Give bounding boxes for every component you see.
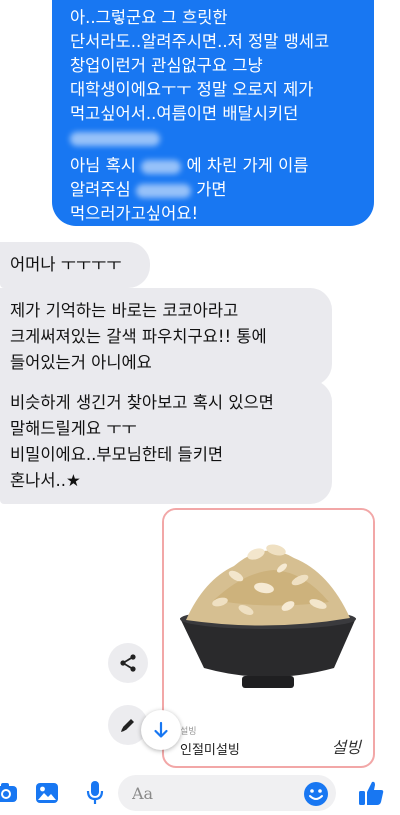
brand-logo: 설빙 [331, 738, 361, 757]
message-line: 어머나 ㅜㅜㅜㅜ [10, 255, 122, 274]
pencil-icon [121, 719, 134, 732]
message-line: 단서라도..알려주시면..저 정말 맹세코 [70, 32, 330, 51]
message-line: 크게써져있는 갈색 파우치구요!! 통에 [10, 327, 267, 346]
incoming-message-bubble[interactable]: 제가 기억하는 바로는 코코아라고 크게써져있는 갈색 파우치구요!! 통에 들… [0, 288, 332, 386]
message-line-with-redaction: 먹고싶어서..여름이면 배달시키던 [70, 102, 360, 126]
message-line: 제가 기억하는 바로는 코코아라고 [10, 301, 239, 320]
message-line: 들어있는거 아니에요 [10, 353, 152, 372]
redacted-text [135, 183, 191, 198]
message-line-with-redaction: 아님 혹시 에 차린 가게 이름 [70, 154, 360, 178]
message-line-text: 먹고싶어서..여름이면 배달시키던 [70, 104, 299, 123]
image-icon [36, 783, 58, 803]
arrow-down-icon [154, 721, 168, 738]
redacted-text [70, 131, 160, 146]
emoji-icon[interactable] [302, 780, 330, 808]
message-line: 먹으러가고싶어요! [70, 204, 199, 223]
message-line: 창업이런거 관심없구요 그냥 [70, 56, 263, 75]
like-button[interactable] [356, 778, 386, 808]
thumbs-up-icon [359, 781, 384, 805]
message-line-with-redaction: 알려주심 가면 [70, 178, 360, 202]
redacted-text [141, 159, 182, 174]
incoming-message-bubble[interactable]: 어머나 ㅜㅜㅜㅜ [0, 242, 150, 288]
card-brand-label: 설빙 [180, 727, 197, 737]
microphone-button[interactable] [80, 778, 110, 808]
message-line: 비슷하게 생긴거 찾아보고 혹시 있으면 [10, 393, 274, 412]
card-title: 인절미설빙 [180, 743, 240, 758]
share-icon [120, 654, 136, 672]
redacted-line [70, 126, 360, 150]
share-button[interactable] [108, 643, 148, 683]
message-line: 혼나서..★ [10, 471, 81, 490]
microphone-icon [86, 781, 104, 804]
outgoing-message-bubble[interactable]: 아..그렇군요 그 흐릿한 단서라도..알려주시면..저 정말 맹세코 창업이런… [52, 0, 374, 226]
message-line-text: 아님 혹시 [70, 156, 142, 175]
message-line: 대학생이에요ㅜㅜ 정말 오로지 제가 [70, 80, 314, 99]
message-composer [0, 770, 400, 815]
shared-image-card[interactable]: 설빙 인절미설빙 설빙 [162, 508, 375, 768]
message-line-text: 알려주심 [70, 180, 136, 199]
message-line: 아..그렇군요 그 흐릿한 [70, 8, 228, 27]
camera-icon [0, 783, 17, 802]
message-line-text: 가면 [196, 180, 227, 199]
scroll-to-bottom-button[interactable] [141, 710, 181, 750]
bingsu-photo[interactable] [164, 510, 373, 720]
camera-button[interactable] [0, 778, 22, 808]
message-line-text: 에 차린 가게 이름 [186, 156, 309, 175]
incoming-message-bubble[interactable]: 비슷하게 생긴거 찾아보고 혹시 있으면 말해드릴게요 ㅜㅜ 비밀이에요..부모… [0, 380, 332, 504]
gallery-button[interactable] [32, 778, 62, 808]
message-line: 비밀이에요..부모님한테 들키면 [10, 445, 224, 464]
message-line: 말해드릴게요 ㅜㅜ [10, 419, 137, 438]
